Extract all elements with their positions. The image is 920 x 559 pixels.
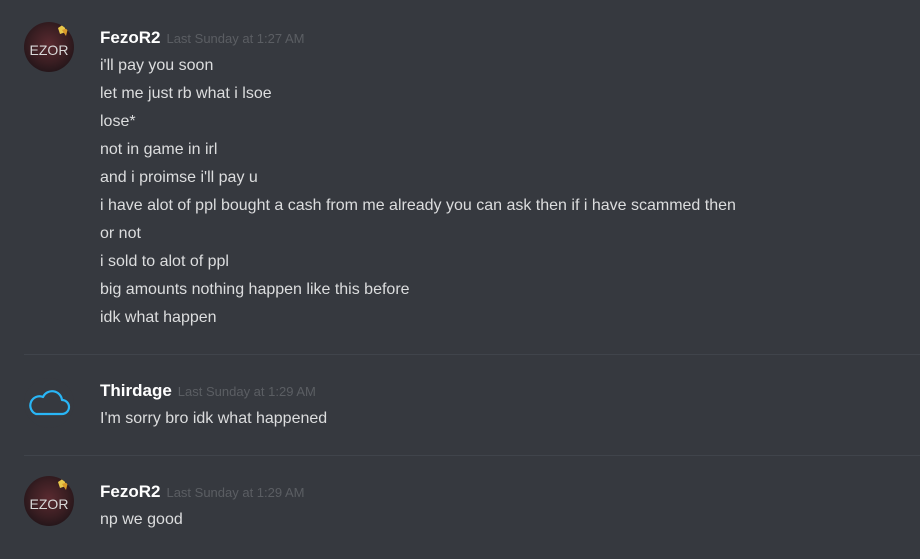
author-name[interactable]: FezoR2 Last Sunday at 1:27 AM — [100, 27, 305, 50]
avatar-fezor2[interactable]: EZOR — [24, 476, 74, 526]
author-name[interactable]: Thirdage Last Sunday at 1:29 AM — [100, 380, 316, 403]
fezor-avatar-image: EZOR — [24, 476, 74, 526]
fezor-avatar-image: EZOR — [24, 22, 74, 72]
author-label[interactable]: FezoR2 — [100, 28, 160, 47]
message-line: not in game in irl — [100, 141, 218, 158]
message-line: let me just rb what i lsoe — [100, 85, 272, 102]
author-label[interactable]: FezoR2 — [100, 482, 160, 501]
chat-messages: EZOR FezoR2 Last Sunday at 1:27 AM i'll p… — [0, 0, 920, 559]
author-label[interactable]: Thirdage — [100, 381, 172, 400]
cloud-icon — [24, 378, 74, 428]
message-line: idk what happen — [100, 309, 217, 326]
message-line: i'll pay you soon — [100, 57, 214, 74]
message-line: or not — [100, 225, 141, 242]
message-line: and i proimse i'll pay u — [100, 169, 258, 186]
message-timestamp: Last Sunday at 1:29 AM — [166, 485, 305, 500]
avatar-fezor2[interactable]: EZOR — [24, 22, 74, 72]
message-divider — [24, 354, 920, 355]
message-line: I'm sorry bro idk what happened — [100, 410, 328, 427]
message-line: i sold to alot of ppl — [100, 253, 229, 270]
message-timestamp: Last Sunday at 1:29 AM — [177, 384, 316, 399]
author-name[interactable]: FezoR2 Last Sunday at 1:29 AM — [100, 481, 305, 504]
message-line: lose* — [100, 113, 136, 130]
avatar-thirdage[interactable] — [24, 378, 74, 428]
message-line: i have alot of ppl bought a cash from me… — [100, 197, 736, 214]
avatar-text: EZOR — [30, 496, 69, 512]
message-line: big amounts nothing happen like this bef… — [100, 281, 410, 298]
message-divider — [24, 455, 920, 456]
message-line: np we good — [100, 511, 183, 528]
message-timestamp: Last Sunday at 1:27 AM — [166, 31, 305, 46]
avatar-text: EZOR — [30, 42, 69, 58]
